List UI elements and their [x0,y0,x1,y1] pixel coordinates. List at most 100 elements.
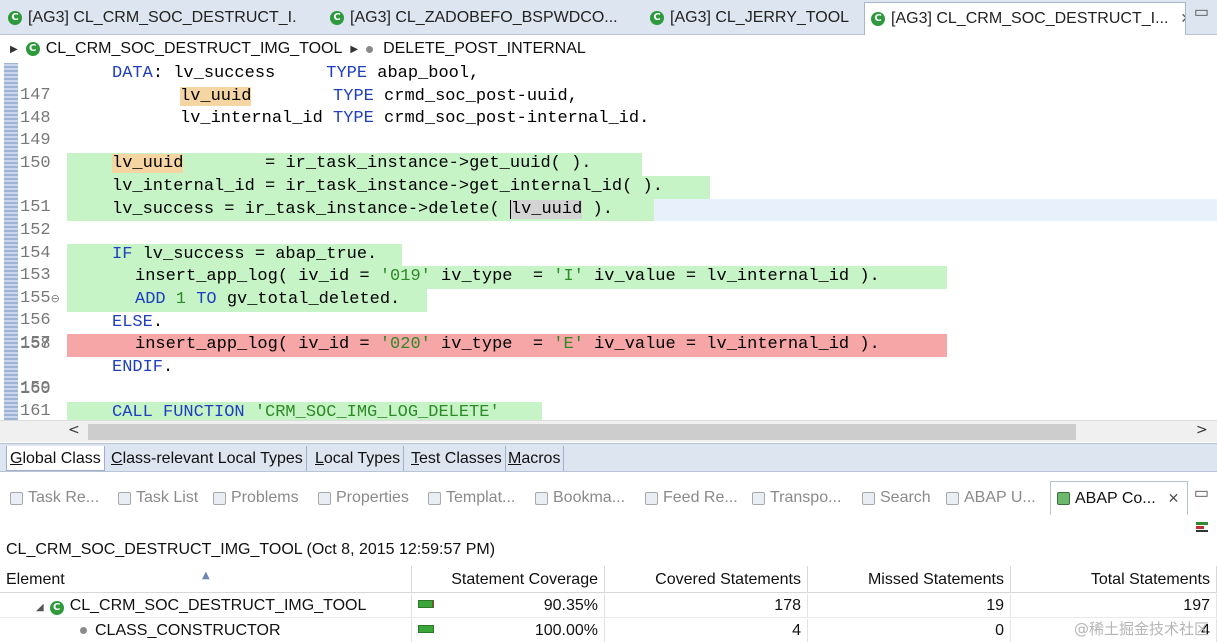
string-literal: 'I' [553,267,584,287]
code-line[interactable]: 147 DATA: lv_success TYPE abap_bool, [0,63,1217,105]
editor-tab-label: [AG3] CL_JERRY_TOOL [670,9,850,26]
column-header-element[interactable]: Element ▲ [0,566,412,593]
view-tab-task-repositories[interactable]: Task Re... [10,487,99,509]
string-literal: 'E' [553,335,584,355]
column-header-statement-coverage[interactable]: Statement Coverage [412,566,605,593]
code-line[interactable]: 149 lv_internal_id TYPE crmd_soc_post-in… [0,108,1217,150]
code-line[interactable]: 160 ENDIF. [0,357,1217,399]
watermark: @稀土掘金技术社区 [1073,620,1209,638]
code-line[interactable]: 148 lv_uuid TYPE crmd_soc_post-uuid, [0,86,1217,128]
scroll-right-icon[interactable]: > [1196,422,1208,438]
method-icon [366,45,374,53]
view-tab-task-list[interactable]: Task List [118,487,198,509]
column-header-total-statements[interactable]: Total Statements [1011,566,1217,593]
sort-ascending-icon: ▲ [202,570,210,581]
maximize-icon[interactable]: ▭ [1194,2,1209,22]
code-line[interactable]: 158 ELSE. [0,312,1217,354]
keyword: ADD [135,290,166,309]
code-line[interactable]: 156 insert_app_log( iv_id = '019' iv_typ… [0,266,1217,330]
coverage-bar [418,625,434,633]
method-icon [80,627,87,635]
tab-global-class[interactable]: Global Class [6,446,105,471]
code-line[interactable]: 162 CALL FUNCTION 'CRM_SOC_IMG_LOG_DELET… [0,402,1217,420]
code-line[interactable]: 150 [0,131,1217,173]
editor-tab-4-active[interactable]: C [AG3] CL_CRM_SOC_DESTRUCT_I... ✕ [864,2,1186,35]
tree-collapse-icon[interactable]: ◢ [36,602,44,613]
class-icon: C [330,11,344,25]
selected-text: lv_uuid [509,199,583,219]
code-line[interactable]: 152 lv_internal_id = ir_task_instance->g… [0,176,1217,240]
code-line[interactable]: 159 insert_app_log( iv_id = '020' iv_typ… [0,334,1217,398]
minimize-icon[interactable]: ▭ [1194,483,1209,503]
properties-icon [318,491,331,505]
table-row[interactable]: CLASS_CONSTRUCTOR [0,619,412,642]
task-repository-icon [10,491,23,505]
task-list-icon [118,491,131,505]
transport-icon [752,491,765,505]
column-header-covered-statements[interactable]: Covered Statements [605,566,808,593]
editor-tab-3[interactable]: C [AG3] CL_JERRY_TOOL [650,4,850,32]
class-section-tabs: Global Class Class-relevant Local Types … [0,443,1217,472]
breadcrumb-method[interactable]: DELETE_POST_INTERNAL [383,40,586,58]
view-tab-transport[interactable]: Transpo... [752,487,841,509]
view-tab-feed-reader[interactable]: Feed Re... [645,487,738,509]
breadcrumb-arrow-icon[interactable]: ▶ [10,44,18,55]
code-line[interactable]: 155⊖ IF lv_success = abap_true. [0,243,1217,308]
missed-cell: 0 [808,619,1011,642]
export-icon[interactable] [1195,521,1209,533]
tab-class-relevant-local-types[interactable]: Class-relevant Local Types [108,446,307,471]
string-literal: 'CRM_SOC_IMG_LOG_DELETE' [244,403,500,420]
covered-cell: 178 [605,594,808,618]
close-icon[interactable]: ✕ [1180,11,1185,27]
class-icon: C [871,12,885,26]
view-tab-properties[interactable]: Properties [318,487,409,509]
coverage-table: Element ▲ Statement Coverage Covered Stat… [0,566,1217,642]
breadcrumb-class[interactable]: CL_CRM_SOC_DESTRUCT_IMG_TOOL [46,40,343,58]
column-header-missed-statements[interactable]: Missed Statements [808,566,1011,593]
view-tab-bookmarks[interactable]: Bookma... [535,487,625,509]
code-line[interactable]: 157 ADD 1 TO gv_total_deleted. [0,289,1217,353]
code-line[interactable]: 161 [0,379,1217,420]
class-icon: C [25,42,40,56]
code-line[interactable]: 154 [0,221,1217,263]
coverage-bar [418,600,434,608]
tab-macros[interactable]: Macros [505,446,565,471]
editor-tab-2[interactable]: C [AG3] CL_ZADOBEFO_BSPWDCO... [330,4,630,32]
keyword: TO [196,290,217,309]
keyword: IF [112,244,133,264]
view-tab-problems[interactable]: Problems [213,487,299,509]
coverage-cell: 100.00% [412,619,605,642]
abap-unit-icon [946,491,959,505]
editor-tab-label: [AG3] CL_CRM_SOC_DESTRUCT_I... [28,9,298,26]
keyword: CALL FUNCTION [112,403,245,420]
keyword: TYPE [333,86,374,106]
covered-cell: 4 [605,619,808,642]
horizontal-scrollbar[interactable]: < > [0,420,1217,442]
scrollbar-thumb[interactable] [88,424,1076,440]
keyword: TYPE [326,64,368,83]
table-row[interactable]: ◢ C CL_CRM_SOC_DESTRUCT_IMG_TOOL [0,594,412,618]
problems-icon [213,491,226,505]
keyword: ELSE [112,312,153,332]
feed-reader-icon [645,491,658,505]
string-literal: '020' [379,335,431,355]
occurrence-highlight: lv_uuid [180,86,252,106]
bookmarks-icon [535,491,548,505]
view-tab-search[interactable]: Search [862,487,931,509]
breadcrumb-arrow-icon[interactable]: ▶ [350,44,358,55]
editor-tab-label: [AG3] CL_CRM_SOC_DESTRUCT_I... [891,10,1169,27]
templates-icon [428,491,441,505]
missed-cell: 19 [808,594,1011,618]
code-line[interactable]: 151 lv_uuid = ir_task_instance->get_uuid… [0,153,1217,217]
editor-tab-1[interactable]: C [AG3] CL_CRM_SOC_DESTRUCT_I... [8,4,298,32]
close-icon[interactable]: ✕ [1168,491,1180,507]
tab-local-types[interactable]: Local Types [312,446,405,471]
view-tab-abap-coverage[interactable]: ABAP Co... ✕ [1050,481,1189,515]
tab-test-classes[interactable]: Test Classes [408,446,506,471]
code-line[interactable]: 153 lv_success = ir_task_instance->delet… [0,198,1217,285]
view-tab-bar: Task Re... Task List Problems Properties… [0,479,1217,515]
code-editor[interactable]: 147 DATA: lv_success TYPE abap_bool, 148… [0,63,1217,420]
view-tab-abap-unit[interactable]: ABAP U... [946,487,1036,509]
scroll-left-icon[interactable]: < [68,422,80,438]
view-tab-templates[interactable]: Templat... [428,487,515,509]
